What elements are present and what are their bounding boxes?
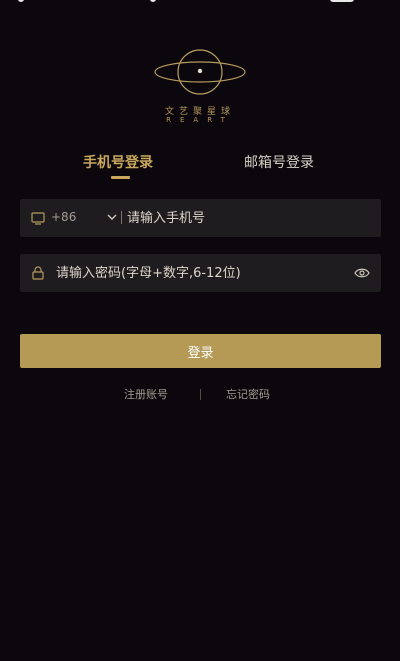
battery-icon — [330, 0, 354, 2]
login-button[interactable]: 登录 — [20, 334, 381, 368]
login-tabs: 手机号登录 邮箱号登录 — [0, 152, 400, 182]
forgot-password-link[interactable]: 忘记密码 — [226, 386, 270, 402]
brand-logo-icon — [154, 49, 246, 95]
register-link[interactable]: 注册账号 — [124, 386, 168, 402]
password-input[interactable] — [56, 254, 366, 292]
tab-email-login[interactable]: 邮箱号登录 — [244, 152, 314, 172]
password-field — [20, 254, 381, 292]
tab-phone-login[interactable]: 手机号登录 — [83, 152, 153, 172]
status-bar — [0, 0, 400, 10]
phone-icon — [31, 212, 45, 225]
chevron-down-icon[interactable] — [106, 211, 118, 223]
phone-input[interactable] — [127, 199, 367, 237]
phone-field: +86 — [20, 199, 381, 237]
country-code[interactable]: +86 — [51, 210, 76, 224]
divider — [200, 389, 201, 400]
divider — [121, 211, 122, 224]
auth-links: 注册账号 忘记密码 — [0, 386, 400, 402]
status-indicator-icon — [18, 0, 24, 2]
active-tab-indicator — [111, 176, 130, 179]
lock-icon — [32, 266, 44, 280]
brand-name-en: REART — [166, 116, 234, 124]
eye-icon[interactable] — [354, 266, 370, 280]
notification-icon — [150, 0, 156, 2]
